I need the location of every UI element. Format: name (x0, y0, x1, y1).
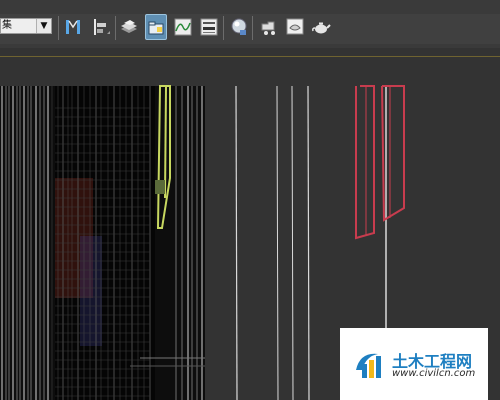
curve-editor-icon (174, 18, 192, 36)
rendered-frame-icon (286, 18, 304, 35)
mirror-icon (66, 20, 80, 34)
named-selection-set-dropdown[interactable]: 集 ▼ (0, 18, 52, 34)
yellow-wire-object (155, 85, 171, 229)
main-toolbar: 集 ▼ (0, 0, 500, 49)
render-setup-button[interactable] (258, 14, 280, 40)
render-production-button[interactable] (310, 14, 332, 40)
toolbar-separator (223, 16, 224, 40)
material-editor-icon (231, 18, 247, 35)
selection-set-value: 集 (2, 20, 12, 31)
watermark-url: www.civilcn.com (392, 368, 476, 379)
scene-explorer-button[interactable] (145, 14, 167, 40)
schematic-view-button[interactable] (198, 14, 220, 40)
layer-manager-button[interactable] (118, 14, 140, 40)
curve-editor-button[interactable] (172, 14, 194, 40)
teapot-icon (312, 22, 331, 34)
red-wire-object (355, 85, 405, 240)
mirror-button[interactable] (62, 14, 84, 40)
dense-wire-lines (1, 86, 203, 400)
civilcn-logo-icon (356, 353, 381, 378)
rendered-frame-window-button[interactable] (284, 14, 306, 40)
render-setup-icon (261, 21, 275, 35)
align-icon (94, 19, 110, 35)
schematic-view-icon (200, 18, 218, 36)
scene-explorer-icon (148, 21, 164, 35)
ground-lines (130, 357, 205, 367)
chevron-down-icon[interactable]: ▼ (36, 19, 51, 33)
toolbar-separator (252, 16, 253, 40)
layers-icon (121, 20, 137, 33)
toolbar-separator (115, 16, 116, 40)
align-button[interactable] (90, 14, 112, 40)
toolbar-separator (58, 16, 59, 40)
material-editor-button[interactable] (228, 14, 250, 40)
